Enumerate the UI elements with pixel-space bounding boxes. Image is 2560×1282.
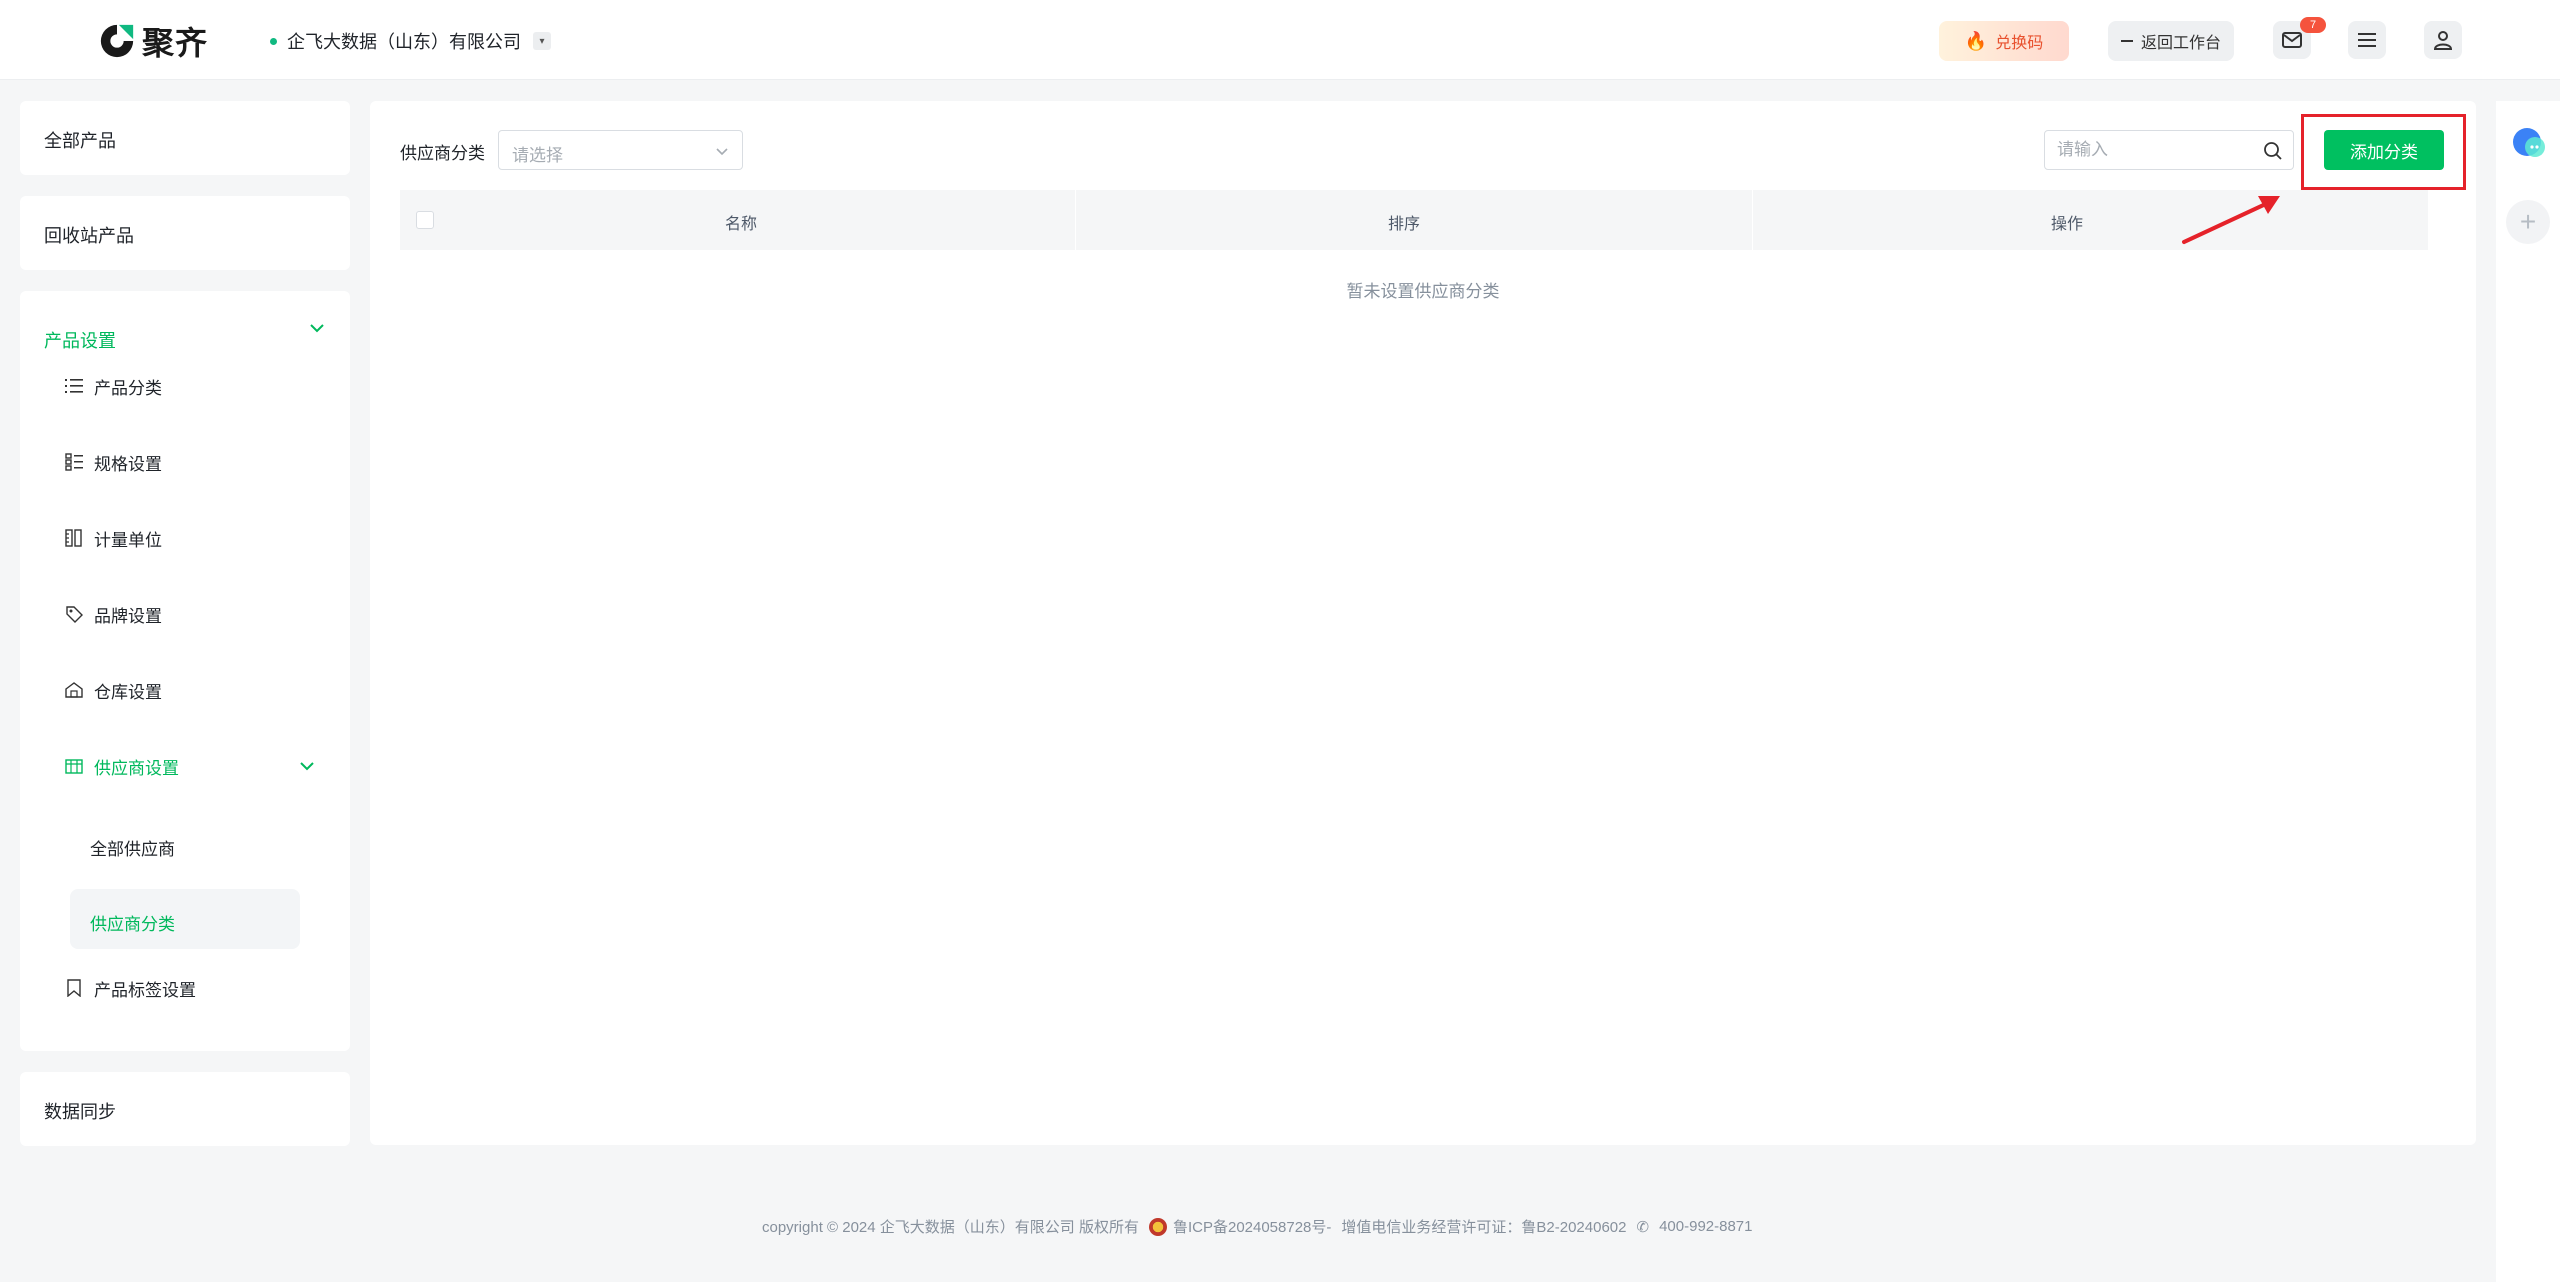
nav-label: 计量单位 <box>94 530 162 550</box>
plus-icon[interactable]: + <box>2506 200 2550 244</box>
select-all-checkbox[interactable] <box>416 211 434 229</box>
company-name: 企飞大数据（山东）有限公司 <box>287 32 521 52</box>
chevron-down-icon <box>716 148 728 156</box>
mail-badge: 7 <box>2300 17 2326 33</box>
logo-text: 聚齐 <box>142 25 209 61</box>
nav-label: 供应商设置 <box>94 758 179 778</box>
nav-label: 仓库设置 <box>94 682 162 702</box>
user-icon <box>2433 31 2453 50</box>
column-header-actions: 操作 <box>2051 216 2084 233</box>
sidebar-item-brand[interactable]: 品牌设置 <box>64 599 162 629</box>
back-label: 返回工作台 <box>2140 35 2221 52</box>
supplier-icon <box>64 756 84 776</box>
column-divider <box>1752 190 1753 250</box>
police-badge-icon <box>1148 1217 1167 1236</box>
footer-copyright: copyright © 2024 企飞大数据（山东）有限公司 版权所有 <box>762 1219 1139 1236</box>
product-settings-title[interactable]: 产品设置 <box>44 327 116 353</box>
add-category-button[interactable]: 添加分类 <box>2324 130 2444 170</box>
footer-license: 增值电信业务经营许可证：鲁B2-20240602 <box>1341 1219 1627 1236</box>
fire-icon: 🔥 <box>1964 30 1988 51</box>
nav-label: 产品分类 <box>94 378 162 398</box>
column-header-sort: 排序 <box>1388 216 1421 233</box>
menu-button[interactable] <box>2348 21 2386 59</box>
chevron-down-icon[interactable] <box>308 319 326 337</box>
redeem-code-button[interactable]: 🔥 兑换码 <box>1939 21 2069 61</box>
sidebar-item-recycle-products[interactable]: 回收站产品 <box>20 196 350 270</box>
sidebar-item-supplier-category[interactable]: 供应商分类 <box>90 910 175 935</box>
status-dot <box>270 37 277 45</box>
user-button[interactable] <box>2424 21 2462 59</box>
footer-icp[interactable]: 鲁ICP备2024058728号- <box>1173 1216 1331 1237</box>
sidebar-product-settings: 产品设置 产品分类 规格设置 计量单位 品牌设置 仓库设置 供应商设置 全部供应… <box>20 291 350 1051</box>
sidebar-item-unit[interactable]: 计量单位 <box>64 523 162 553</box>
main-panel: 供应商分类 请选择 添加分类 名称 排序 操作 暂未设置供应商分类 <box>370 101 2476 1145</box>
back-to-workbench-button[interactable]: 返回工作台 <box>2108 21 2234 61</box>
nav-label: 产品标签设置 <box>94 980 196 1000</box>
switch-company-icon[interactable]: ▾ <box>533 32 551 50</box>
search-icon[interactable] <box>2263 141 2283 161</box>
sidebar-item-label: 回收站产品 <box>44 226 134 246</box>
phone-icon: ✆ <box>1636 1218 1650 1236</box>
footer-phone: 400-992-8871 <box>1659 1218 1753 1235</box>
logo[interactable]: 聚齐 <box>98 18 208 64</box>
warehouse-icon <box>64 680 84 700</box>
ruler-icon <box>64 528 84 548</box>
supplier-category-filter-label: 供应商分类 <box>400 144 485 163</box>
search-input[interactable] <box>2057 140 2247 160</box>
logo-icon <box>100 24 134 58</box>
annotation-arrow-icon <box>2182 196 2280 244</box>
minus-icon <box>2120 40 2133 42</box>
nav-label: 规格设置 <box>94 454 162 474</box>
top-header: 聚齐 企飞大数据（山东）有限公司 ▾ 🔥 兑换码 返回工作台 7 <box>0 0 2560 80</box>
spec-list-icon <box>64 452 84 472</box>
sidebar-item-supplier-settings[interactable]: 供应商设置 <box>64 751 179 781</box>
sidebar-item-data-sync[interactable]: 数据同步 <box>20 1072 350 1146</box>
sidebar-item-product-category[interactable]: 产品分类 <box>64 371 162 401</box>
sidebar-item-product-tags[interactable]: 产品标签设置 <box>64 973 196 1003</box>
sidebar-item-label: 数据同步 <box>44 1102 116 1122</box>
hamburger-icon <box>2358 33 2376 47</box>
tag-icon <box>64 604 84 624</box>
sidebar-item-spec-settings[interactable]: 规格设置 <box>64 447 162 477</box>
list-icon <box>64 376 84 396</box>
right-rail: + <box>2496 101 2560 1282</box>
sidebar-item-warehouse[interactable]: 仓库设置 <box>64 675 162 705</box>
footer: copyright © 2024 企飞大数据（山东）有限公司 版权所有 鲁ICP… <box>762 1216 1763 1237</box>
sidebar-item-label: 全部产品 <box>44 131 116 151</box>
chevron-down-icon[interactable] <box>298 757 316 775</box>
sidebar-item-all-products[interactable]: 全部产品 <box>20 101 350 175</box>
select-placeholder: 请选择 <box>512 146 563 165</box>
mail-icon <box>2282 32 2302 48</box>
supplier-category-select[interactable]: 请选择 <box>498 130 743 170</box>
column-divider <box>1075 190 1076 250</box>
chat-assistant-icon[interactable] <box>2510 125 2548 163</box>
nav-label: 品牌设置 <box>94 606 162 626</box>
column-header-name: 名称 <box>725 216 758 233</box>
redeem-label: 兑换码 <box>1995 35 2044 52</box>
empty-state-text: 暂未设置供应商分类 <box>1346 282 1500 301</box>
table-header: 名称 排序 操作 <box>400 190 2428 250</box>
sidebar-item-all-suppliers[interactable]: 全部供应商 <box>90 835 175 860</box>
search-box[interactable] <box>2044 130 2294 170</box>
company-switcher[interactable]: 企飞大数据（山东）有限公司 ▾ <box>270 28 551 54</box>
bookmark-icon <box>64 978 84 998</box>
